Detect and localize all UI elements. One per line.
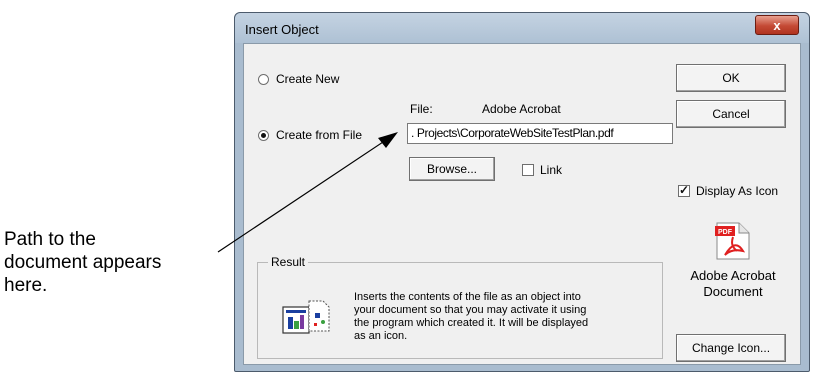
result-line-3: the program which created it. It will be… bbox=[354, 317, 589, 329]
callout-line-3: here. bbox=[4, 275, 48, 296]
link-label: Link bbox=[540, 163, 563, 177]
create-from-file-label: Create from File bbox=[276, 128, 363, 142]
link-checkbox[interactable] bbox=[522, 164, 534, 176]
display-as-icon-option[interactable]: Display As Icon bbox=[678, 183, 779, 198]
dialog-title: Insert Object bbox=[245, 22, 319, 37]
pdf-badge-text: PDF bbox=[718, 229, 733, 236]
display-as-icon-label: Display As Icon bbox=[696, 184, 779, 198]
result-line-2: your document so that you may activate i… bbox=[354, 304, 587, 316]
title-bar: Insert Object x bbox=[235, 13, 809, 43]
icon-caption: Adobe Acrobat Document bbox=[678, 268, 788, 300]
result-line-1: Inserts the contents of the file as an o… bbox=[354, 291, 581, 303]
file-type-label: Adobe Acrobat bbox=[482, 102, 561, 116]
result-line-4: as an icon. bbox=[354, 330, 408, 342]
object-package-icon bbox=[282, 300, 330, 334]
change-icon-button[interactable]: Change Icon... bbox=[676, 334, 786, 362]
icon-caption-line-1: Adobe Acrobat bbox=[690, 268, 776, 283]
result-legend: Result bbox=[268, 255, 309, 269]
close-icon: x bbox=[773, 18, 781, 33]
create-new-label: Create New bbox=[276, 72, 340, 86]
file-label: File: bbox=[410, 102, 433, 116]
cancel-button[interactable]: Cancel bbox=[676, 100, 786, 128]
create-new-radio[interactable] bbox=[258, 73, 269, 85]
result-group: Result Inserts the contents of the file … bbox=[257, 255, 663, 359]
browse-button[interactable]: Browse... bbox=[409, 157, 495, 181]
create-from-file-radio[interactable] bbox=[258, 129, 269, 141]
annotation-callout: Path to the document appears here. bbox=[4, 228, 219, 297]
insert-object-dialog: Insert Object x Create New Create from F… bbox=[234, 12, 810, 372]
acrobat-pdf-icon: PDF bbox=[715, 222, 750, 260]
create-new-option[interactable]: Create New bbox=[258, 72, 339, 86]
ok-button[interactable]: OK bbox=[676, 64, 786, 92]
result-description: Inserts the contents of the file as an o… bbox=[354, 291, 654, 343]
display-as-icon-checkbox[interactable] bbox=[678, 183, 690, 197]
callout-line-1: Path to the bbox=[4, 229, 96, 250]
link-option[interactable]: Link bbox=[522, 163, 562, 177]
dialog-client-area: Create New Create from File File: Adobe … bbox=[243, 43, 801, 365]
create-from-file-option[interactable]: Create from File bbox=[258, 128, 362, 142]
icon-caption-line-2: Document bbox=[703, 284, 763, 299]
close-button[interactable]: x bbox=[755, 15, 799, 35]
file-path-field[interactable]: . Projects\CorporateWebSiteTestPlan.pdf bbox=[407, 123, 673, 144]
callout-line-2: document appears bbox=[4, 252, 162, 273]
